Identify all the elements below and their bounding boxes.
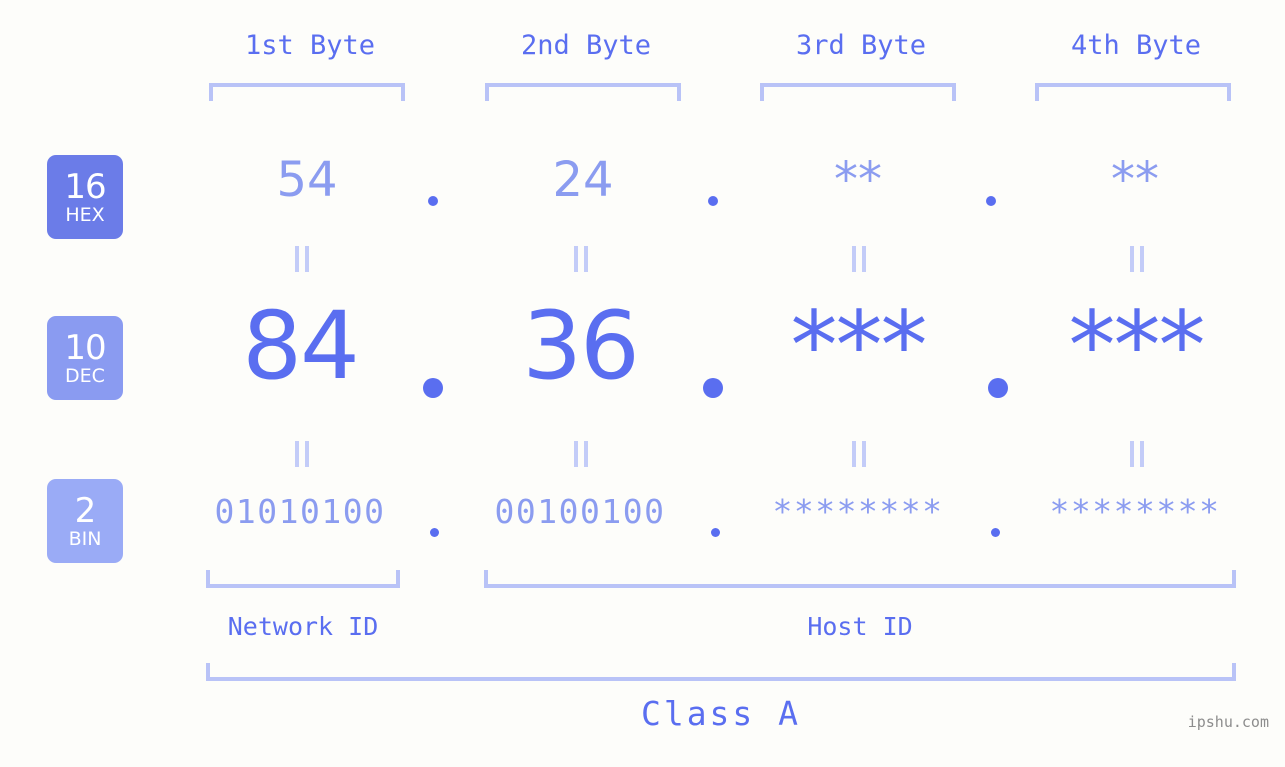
bin-separator-dot-1	[430, 528, 439, 537]
dec-separator-dot-1	[423, 378, 443, 398]
dec-octet-4: ***	[1068, 292, 1206, 401]
radix-badge-hex-label: HEX	[65, 203, 105, 226]
hex-octet-3: **	[834, 152, 882, 208]
radix-badge-dec: 10 DEC	[47, 316, 123, 400]
byte-header-2: 2nd Byte	[520, 30, 652, 61]
class-label: Class A	[640, 694, 802, 733]
byte-header-1: 1st Byte	[244, 30, 376, 61]
bin-octet-2: 00100100	[494, 492, 666, 531]
equality-mark-dec-bin-1	[291, 441, 313, 467]
hex-octet-4: **	[1111, 152, 1159, 208]
site-watermark: ipshu.com	[1187, 713, 1269, 731]
radix-badge-bin-number: 2	[74, 490, 97, 531]
bin-separator-dot-2	[711, 528, 720, 537]
network-id-label: Network ID	[227, 612, 379, 641]
hex-octet-1: 54	[276, 152, 338, 208]
dec-separator-dot-2	[703, 378, 723, 398]
dec-octet-1: 84	[242, 292, 360, 401]
byte-bracket-3	[760, 83, 956, 101]
hex-separator-dot-2	[708, 196, 718, 206]
radix-badge-hex: 16 HEX	[47, 155, 123, 239]
equality-mark-dec-bin-3	[848, 441, 870, 467]
radix-badge-bin: 2 BIN	[47, 479, 123, 563]
ip-address-breakdown-diagram: 1st Byte 2nd Byte 3rd Byte 4th Byte 16 H…	[0, 0, 1285, 767]
radix-badge-dec-label: DEC	[65, 364, 105, 387]
byte-bracket-2	[485, 83, 681, 101]
radix-badge-dec-number: 10	[64, 327, 106, 368]
network-id-bracket	[206, 570, 400, 588]
equality-mark-hex-dec-2	[570, 246, 592, 272]
equality-mark-hex-dec-4	[1126, 246, 1148, 272]
hex-separator-dot-1	[428, 196, 438, 206]
byte-bracket-1	[209, 83, 405, 101]
byte-bracket-4	[1035, 83, 1231, 101]
bin-octet-4: ********	[1049, 492, 1221, 531]
host-id-label: Host ID	[807, 612, 913, 641]
radix-badge-bin-label: BIN	[68, 527, 102, 550]
dec-octet-2: 36	[522, 292, 640, 401]
hex-separator-dot-3	[986, 196, 996, 206]
equality-mark-hex-dec-3	[848, 246, 870, 272]
byte-header-4: 4th Byte	[1070, 30, 1202, 61]
host-id-bracket	[484, 570, 1236, 588]
class-bracket	[206, 663, 1236, 681]
dec-separator-dot-3	[988, 378, 1008, 398]
dec-octet-3: ***	[790, 292, 928, 401]
hex-octet-2: 24	[552, 152, 614, 208]
bin-separator-dot-3	[991, 528, 1000, 537]
equality-mark-dec-bin-4	[1126, 441, 1148, 467]
bin-octet-3: ********	[772, 492, 944, 531]
equality-mark-dec-bin-2	[570, 441, 592, 467]
radix-badge-hex-number: 16	[64, 166, 106, 207]
bin-octet-1: 01010100	[214, 492, 386, 531]
byte-header-3: 3rd Byte	[795, 30, 927, 61]
equality-mark-hex-dec-1	[291, 246, 313, 272]
